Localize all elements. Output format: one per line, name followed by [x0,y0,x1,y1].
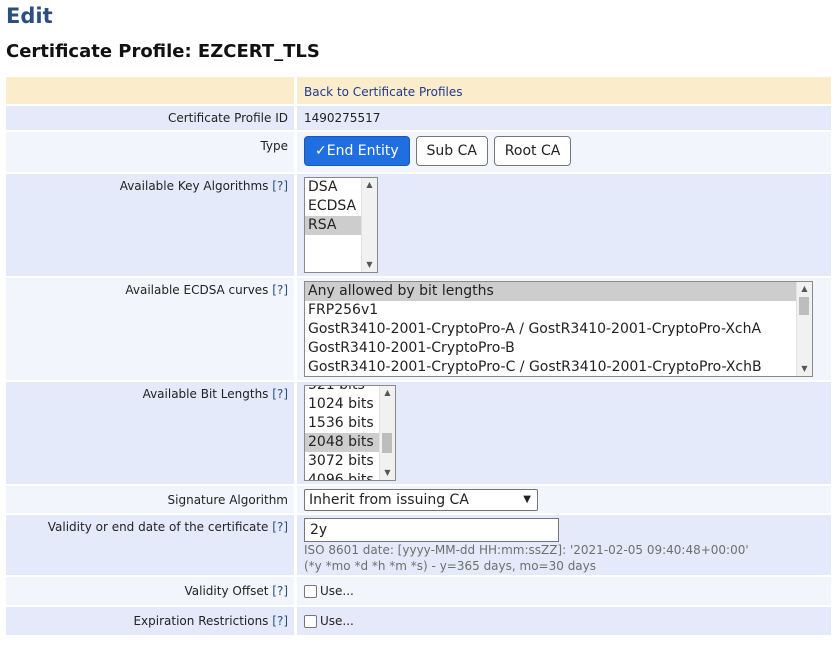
validity-offset-checkbox-label[interactable]: Use... [320,584,354,598]
page-subheading: Certificate Profile: EZCERT_TLS [6,41,320,62]
ecdsa-curves-scrollbar[interactable]: ▲ ▼ [796,282,812,376]
type-label: Type [260,139,288,153]
bit-lengths-scrollbar[interactable]: ▲ ▼ [379,386,395,480]
validity-help[interactable]: [?] [272,520,288,534]
ecdsa-curves-help[interactable]: [?] [272,283,288,297]
header-label-cell [6,77,294,104]
key-algorithms-listbox[interactable]: DSA ECDSA RSA ▲ ▼ [304,177,378,273]
list-item[interactable]: 521 bits [305,386,380,395]
ecdsa-curves-label: Available ECDSA curves [125,283,269,297]
scroll-down-icon[interactable]: ▼ [362,258,377,272]
signature-algorithm-label: Signature Algorithm [167,492,288,507]
expiration-restrictions-help[interactable]: [?] [272,614,288,628]
list-item[interactable]: GostR3410-2001-CryptoPro-C / GostR3410-2… [305,358,812,376]
ecdsa-curves-listbox[interactable]: Any allowed by bit lengths FRP256v1 Gost… [304,281,813,377]
list-item[interactable]: GostR3410-2001-CryptoPro-B [305,339,812,358]
bit-lengths-help[interactable]: [?] [272,387,288,401]
list-item[interactable]: Any allowed by bit lengths [305,282,812,301]
validity-input[interactable]: 2y [304,518,559,542]
bit-lengths-listbox[interactable]: 521 bits 1024 bits 1536 bits 2048 bits 3… [304,385,396,481]
certificate-profile-form: Back to Certificate Profiles Certificate… [6,75,831,637]
validity-hint-line2: (*y *mo *d *h *m *s) - y=365 days, mo=30… [304,559,597,573]
signature-algorithm-select[interactable]: Inherit from issuing CA ▼ [304,488,538,511]
validity-offset-help[interactable]: [?] [272,584,288,598]
scrollbar-thumb[interactable] [799,297,809,315]
list-item[interactable]: 3072 bits [305,452,380,471]
key-algorithms-label: Available Key Algorithms [119,179,269,193]
list-item[interactable]: GostR3410-2001-CryptoPro-A / GostR3410-2… [305,320,812,339]
type-sub-ca-button[interactable]: Sub CA [415,136,488,166]
chevron-down-icon: ▼ [523,493,531,505]
scroll-up-icon[interactable]: ▲ [380,386,395,400]
profile-id-label: Certificate Profile ID [167,111,288,125]
profile-id-value: 1490275517 [304,111,381,125]
scroll-up-icon[interactable]: ▲ [797,282,812,296]
list-item[interactable]: 1024 bits [305,395,380,414]
validity-hint-line1: ISO 8601 date: [yyyy-MM-dd HH:mm:ssZZ]: … [304,543,749,557]
type-end-entity-button[interactable]: ✓End Entity [304,136,410,166]
validity-label: Validity or end date of the certificate [47,520,269,534]
list-item[interactable]: 4096 bits [305,471,380,480]
list-item[interactable]: 2048 bits [305,433,380,452]
validity-offset-label: Validity Offset [184,584,269,598]
scroll-up-icon[interactable]: ▲ [362,178,377,192]
scroll-down-icon[interactable]: ▼ [797,362,812,376]
validity-input-value: 2y [310,522,328,538]
type-root-ca-button[interactable]: Root CA [493,136,572,166]
list-item[interactable]: 1536 bits [305,414,380,433]
expiration-restrictions-checkbox-label[interactable]: Use... [320,614,354,628]
scrollbar-thumb[interactable] [382,433,392,453]
key-algorithms-help[interactable]: [?] [272,179,288,193]
signature-algorithm-value: Inherit from issuing CA [309,491,469,508]
validity-offset-checkbox[interactable] [304,585,317,598]
key-algorithms-scrollbar[interactable]: ▲ ▼ [361,178,377,272]
page-heading: Edit [6,4,53,28]
expiration-restrictions-label: Expiration Restrictions [133,614,269,628]
list-item[interactable]: FRP256v1 [305,301,812,320]
back-to-profiles-link[interactable]: Back to Certificate Profiles [304,85,463,99]
expiration-restrictions-checkbox[interactable] [304,615,317,628]
scroll-down-icon[interactable]: ▼ [380,466,395,480]
bit-lengths-label: Available Bit Lengths [142,387,269,401]
